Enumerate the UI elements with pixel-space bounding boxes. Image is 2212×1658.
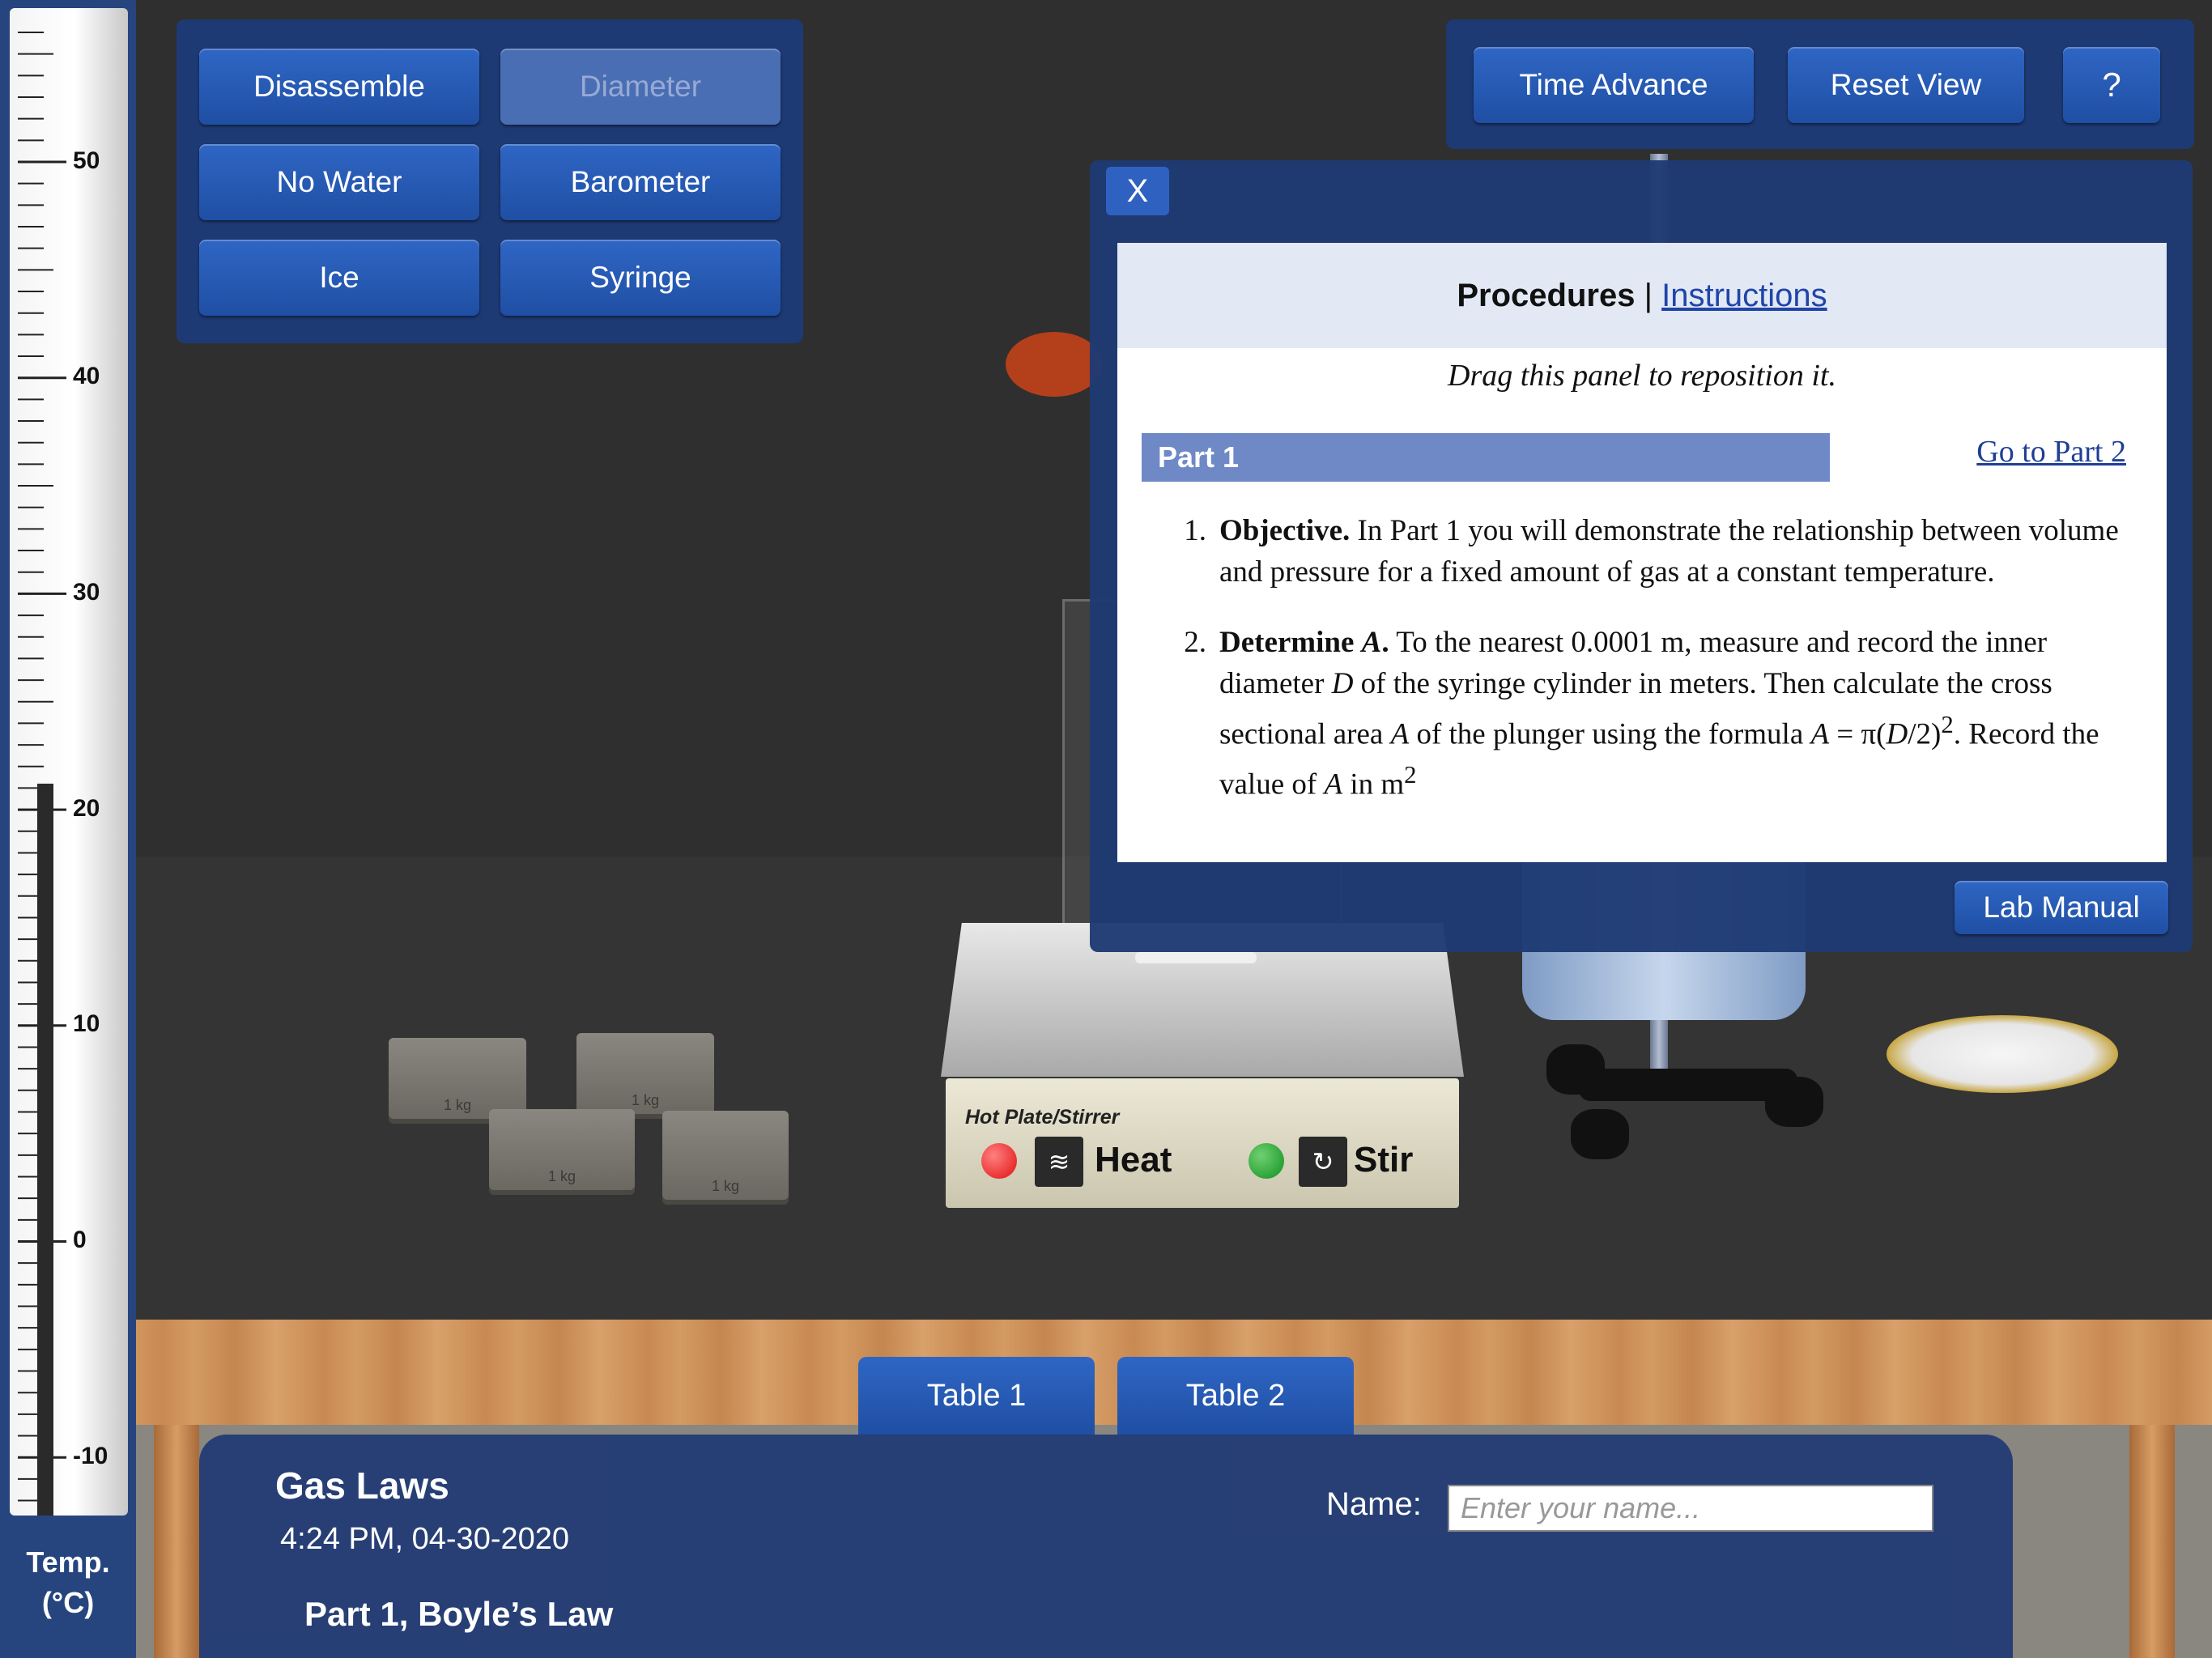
weight-1kg[interactable]: 1 kg: [389, 1038, 526, 1119]
table-leg: [2129, 1425, 2175, 1658]
stand-foot: [1571, 1109, 1629, 1159]
step-number: 2.: [1184, 626, 1206, 659]
step-body: In Part 1 you will demonstrate the relat…: [1219, 514, 2119, 589]
lab-title: Gas Laws: [275, 1465, 449, 1507]
timestamp: 4:24 PM, 04-30-2020: [280, 1522, 570, 1556]
close-panel-button[interactable]: X: [1106, 167, 1169, 215]
weight-label: 1 kg: [711, 1178, 740, 1194]
syringe-button[interactable]: Syringe: [500, 240, 781, 316]
ring-stand-base: [1546, 1044, 1830, 1159]
help-button[interactable]: ?: [2063, 47, 2160, 123]
time-advance-button[interactable]: Time Advance: [1474, 47, 1754, 123]
ice-button[interactable]: Ice: [199, 240, 479, 316]
stand-arm: [1579, 1069, 1797, 1101]
diameter-button[interactable]: Diameter: [500, 49, 781, 125]
step-title: Determine A.: [1219, 626, 1389, 659]
thermometer-scale: [18, 31, 66, 1502]
barometer-button[interactable]: Barometer: [500, 144, 781, 220]
header-separator: |: [1635, 277, 1662, 313]
heat-indicator-light: [981, 1143, 1017, 1179]
table-top: [0, 1320, 2212, 1425]
heat-button-label[interactable]: Heat: [1095, 1140, 1172, 1180]
part-1-bar: Part 1: [1142, 433, 1830, 482]
step-number: 1.: [1184, 514, 1206, 547]
thermometer-mercury: [37, 784, 53, 1516]
procedure-step: 1. Objective. In Part 1 you will demonst…: [1158, 510, 2129, 593]
thermometer-caption: Temp. (°C): [0, 1542, 136, 1623]
go-to-part-2-link[interactable]: Go to Part 2: [1976, 434, 2126, 470]
stir-button-label[interactable]: Stir: [1354, 1140, 1413, 1180]
weight-label: 1 kg: [547, 1168, 576, 1184]
rubber-stopper[interactable]: [1006, 332, 1103, 397]
no-water-button[interactable]: No Water: [199, 144, 479, 220]
drag-hint: Drag this panel to reposition it.: [1448, 359, 1836, 393]
name-label: Name:: [1326, 1486, 1422, 1522]
barometer-gauge[interactable]: [1887, 1015, 2118, 1093]
rotate-icon[interactable]: ↻: [1299, 1137, 1347, 1187]
tick-label: 30: [73, 579, 100, 606]
table-leg: [154, 1425, 199, 1658]
tab-table-1[interactable]: Table 1: [858, 1357, 1095, 1435]
part-label: Part 1, Boyle’s Law: [304, 1595, 614, 1633]
heat-waves-icon[interactable]: ≋: [1035, 1137, 1083, 1187]
tick-label: 0: [73, 1226, 87, 1253]
procedures-tab[interactable]: Procedures: [1457, 278, 1635, 314]
procedure-steps: 1. Objective. In Part 1 you will demonst…: [1158, 510, 2129, 835]
thermometer-tube: 50 40 30 20 10 0 -10: [10, 8, 128, 1516]
step-title: Objective.: [1219, 514, 1351, 547]
hot-plate-title: Hot Plate/Stirrer: [965, 1106, 1120, 1129]
tick-label: 50: [73, 147, 100, 174]
hot-plate-stirrer: Hot Plate/Stirrer ≋ Heat ↻ Stir: [946, 1078, 1459, 1208]
weight-1kg[interactable]: 1 kg: [576, 1033, 714, 1114]
tick-label: -10: [73, 1443, 108, 1469]
procedures-content: Procedures | Instructions Drag this pane…: [1117, 243, 2167, 862]
tick-label: 10: [73, 1010, 100, 1037]
tick-label: 20: [73, 795, 100, 822]
stir-bar: [1135, 952, 1257, 963]
step-text: Determine A. To the nearest 0.0001 m, me…: [1219, 626, 2099, 801]
reset-view-button[interactable]: Reset View: [1788, 47, 2024, 123]
procedures-header: Procedures | Instructions: [1117, 243, 2167, 348]
name-input[interactable]: [1448, 1485, 1933, 1532]
tab-table-2[interactable]: Table 2: [1117, 1357, 1354, 1435]
lab-manual-button[interactable]: Lab Manual: [1955, 881, 2168, 934]
thermometer: 50 40 30 20 10 0 -10 Temp. (°C): [0, 0, 136, 1658]
thermometer-caption-unit: (°C): [41, 1586, 95, 1619]
tick-label: 40: [73, 363, 100, 389]
instructions-link[interactable]: Instructions: [1661, 278, 1827, 314]
weight-1kg[interactable]: 1 kg: [662, 1111, 789, 1200]
weight-1kg[interactable]: 1 kg: [489, 1109, 635, 1190]
stir-indicator-light: [1249, 1143, 1284, 1179]
procedure-step: 2. Determine A. To the nearest 0.0001 m,…: [1158, 622, 2129, 806]
weight-label: 1 kg: [631, 1092, 660, 1108]
thermometer-caption-label: Temp.: [26, 1545, 110, 1579]
step-text: Objective. In Part 1 you will demonstrat…: [1219, 510, 2129, 593]
disassemble-button[interactable]: Disassemble: [199, 49, 479, 125]
